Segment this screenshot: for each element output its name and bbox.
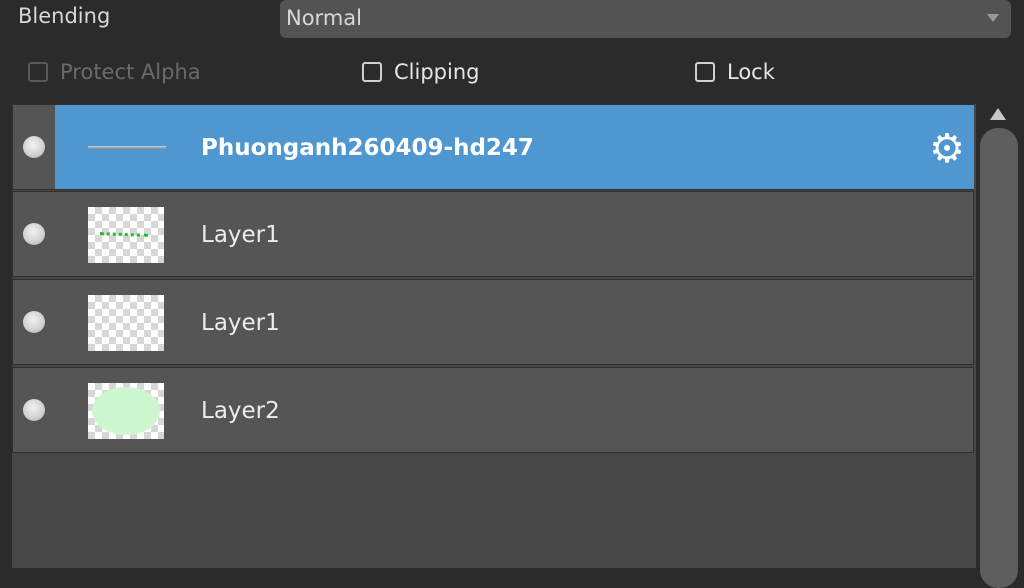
layer-name: Layer1 xyxy=(201,222,280,248)
layers-list: Phuonganh260409-hd247 ⚙ Layer1 Layer1 La… xyxy=(12,104,976,568)
dropdown-arrow-icon xyxy=(987,14,999,22)
layer-name: Phuonganh260409-hd247 xyxy=(201,135,534,161)
layer-row[interactable]: Layer1 xyxy=(12,191,974,277)
lock-box xyxy=(695,62,715,82)
layer-thumbnail xyxy=(88,295,164,351)
layers-scrollbar[interactable] xyxy=(978,104,1018,588)
protect-alpha-checkbox[interactable]: Protect Alpha xyxy=(28,60,201,84)
clipping-box xyxy=(362,62,382,82)
blending-label: Blending xyxy=(18,4,111,28)
green-blob-thumbnail xyxy=(92,387,160,435)
lock-label: Lock xyxy=(727,60,775,84)
visibility-toggle[interactable] xyxy=(23,136,45,158)
clipping-label: Clipping xyxy=(394,60,480,84)
visibility-toggle[interactable] xyxy=(23,223,45,245)
layer-row[interactable]: Layer2 xyxy=(12,367,974,453)
gear-icon[interactable]: ⚙ xyxy=(927,129,967,169)
line-icon xyxy=(88,146,166,149)
green-text-thumbnail xyxy=(99,220,149,237)
layer-thumbnail xyxy=(88,120,166,176)
visibility-toggle[interactable] xyxy=(23,399,45,421)
layer-row[interactable]: Layer1 xyxy=(12,279,974,365)
scroll-up-arrow-icon[interactable] xyxy=(990,108,1006,120)
layer-thumbnail xyxy=(88,383,164,439)
layer-row[interactable]: Phuonganh260409-hd247 ⚙ xyxy=(12,104,974,190)
clipping-checkbox[interactable]: Clipping xyxy=(362,60,479,84)
scrollbar-thumb[interactable] xyxy=(980,128,1018,588)
layer-name: Layer2 xyxy=(201,398,280,424)
layer-thumbnail xyxy=(88,207,164,263)
visibility-toggle[interactable] xyxy=(23,311,45,333)
blending-mode-dropdown[interactable]: Normal xyxy=(280,0,1011,38)
lock-checkbox[interactable]: Lock xyxy=(695,60,775,84)
protect-alpha-box xyxy=(28,62,48,82)
protect-alpha-label: Protect Alpha xyxy=(60,60,201,84)
layer-name: Layer1 xyxy=(201,310,280,336)
blending-mode-value: Normal xyxy=(286,6,362,30)
